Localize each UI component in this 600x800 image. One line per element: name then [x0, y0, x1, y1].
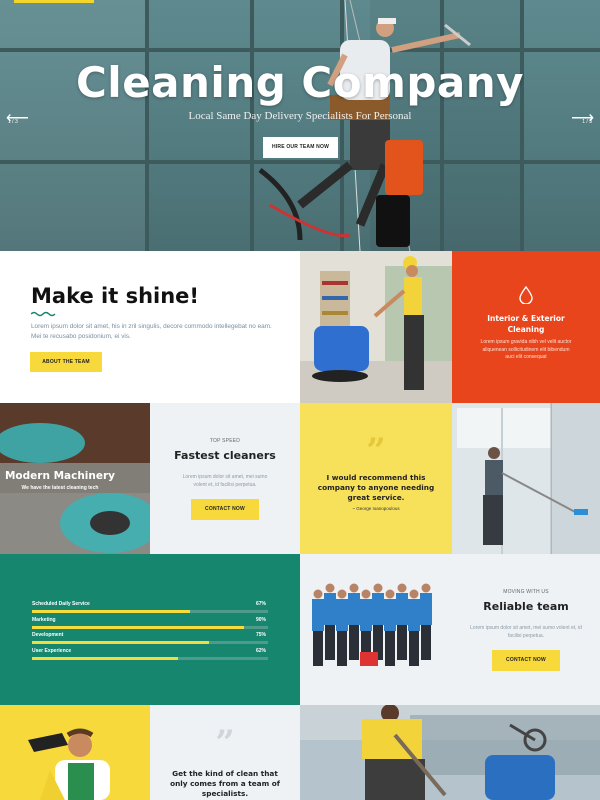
skill-bar-track	[32, 625, 268, 629]
water-drop-icon	[519, 286, 533, 304]
quote1-author: ~ George Ioanopoulous	[352, 506, 400, 511]
about-team-button[interactable]: ABOUT THE TEAM	[30, 352, 102, 372]
arrow-left-icon[interactable]: ⟵	[6, 108, 29, 128]
store-cleaning-photo	[300, 251, 452, 403]
skill-label: Scheduled Daily Service	[32, 601, 90, 607]
skill-bar-track	[32, 641, 268, 644]
skill-percent: 62%	[255, 647, 266, 654]
slide-counter-right: 1 / 3	[582, 119, 592, 125]
machinery-subtitle: We have the latest cleaning tech	[21, 485, 99, 491]
skill-label: Marketing	[32, 616, 56, 623]
quote-card-1: ” I would recommend this company to anyo…	[300, 403, 452, 554]
reliable-card: MOVING WITH US Reliable team Lorem ipsum…	[452, 554, 600, 705]
fastest-contact-button[interactable]: CONTACT NOW	[191, 499, 259, 520]
hire-team-button[interactable]: HIRE OUR TEAM NOW	[263, 137, 338, 158]
machinery-title: Modern Machinery	[4, 470, 116, 482]
hero-slider: Cleaning Company Local Same Day Delivery…	[0, 0, 600, 251]
shine-title: Make it shine!	[31, 284, 199, 308]
interior-exterior-card: Interior & Exterior Cleaning Lorem ipsum…	[452, 251, 600, 403]
skill-bar-track	[32, 656, 268, 660]
squiggle-divider	[31, 311, 56, 317]
skills-section	[0, 554, 300, 705]
skill-bar-fill	[32, 625, 245, 629]
skill-percent: 75%	[255, 632, 266, 638]
team-photo	[300, 554, 452, 705]
logo-strip	[14, 0, 94, 3]
fastest-kicker: TOP SPEED	[209, 438, 241, 444]
hero-subtitle: Local Same Day Delivery Specialists For …	[188, 110, 412, 122]
shine-text: Lorem ipsum dolor sit amet, his in zril …	[31, 323, 272, 340]
skill-label: User Experience	[32, 647, 72, 654]
skill-label: Development	[32, 632, 64, 638]
skill-bar-fill	[32, 656, 179, 660]
quote-marks-icon: ”	[215, 723, 235, 763]
quote-marks-icon: ”	[366, 431, 386, 471]
reliable-title: Reliable team	[483, 600, 569, 613]
reliable-text: Lorem ipsum dolor sit amet, mei sumo vol…	[470, 625, 582, 639]
interior-title: Interior & Exterior Cleaning	[487, 314, 565, 334]
reliable-contact-button[interactable]: CONTACT NOW	[492, 650, 560, 671]
slide-counter-left: 1 / 3	[8, 119, 18, 125]
fastest-card: TOP SPEED Fastest cleaners Lorem ipsum d…	[150, 403, 300, 554]
pool-cleaning-photo	[300, 705, 600, 800]
machinery-card: Modern Machinery We have the latest clea…	[0, 403, 150, 554]
skill-bar-fill	[32, 641, 209, 644]
window-cleaner-photo	[452, 403, 600, 554]
interior-text: Lorem ipsum gravida nibh vel velit aucto…	[480, 339, 572, 360]
skill-bar-track	[32, 610, 268, 613]
cleaner-portrait-photo	[0, 705, 150, 800]
arrow-right-icon[interactable]: ⟶	[571, 108, 594, 128]
hero-background-image	[0, 0, 600, 251]
fastest-title: Fastest cleaners	[174, 449, 276, 462]
skill-percent: 67%	[255, 601, 266, 607]
quote2-text: Get the kind of clean that only comes fr…	[170, 769, 280, 798]
skill-bar-fill	[32, 610, 191, 613]
skill-percent: 90%	[255, 616, 266, 623]
hero-title: Cleaning Company	[75, 58, 525, 107]
quote-card-2: ” Get the kind of clean that only comes …	[150, 705, 300, 800]
quote1-text: I would recommend this company to anyone…	[317, 473, 435, 502]
reliable-kicker: MOVING WITH US	[503, 589, 549, 595]
fastest-text: Lorem ipsum dolor sit amet, mei sumo vol…	[182, 474, 268, 488]
